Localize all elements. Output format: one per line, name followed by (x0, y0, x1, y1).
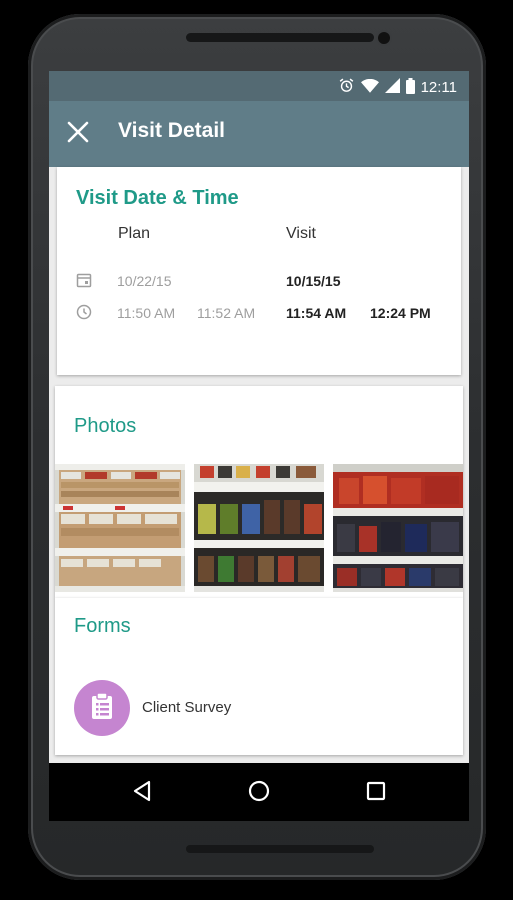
battery-icon (405, 77, 415, 98)
form-list-item[interactable]: Client Survey (74, 680, 434, 736)
visit-section-title: Visit Date & Time (76, 187, 239, 209)
top-speaker (186, 33, 374, 42)
close-button[interactable] (61, 117, 95, 151)
wifi-icon (360, 78, 379, 97)
visit-column-header: Visit (286, 225, 316, 242)
front-camera (378, 32, 390, 44)
app-bar: Visit Detail (49, 101, 469, 167)
calendar-icon (76, 272, 92, 293)
screen: 12:11 Visit Detail Visit Date & Time Pla… (49, 71, 469, 821)
bottom-speaker (186, 845, 374, 853)
plan-end-time: 11:52 AM (197, 305, 256, 321)
visit-date-card: Visit Date & Time Plan Visit 10/22/15 10… (57, 167, 461, 375)
recents-button[interactable] (358, 775, 394, 811)
photo-thumbnail-1[interactable] (55, 464, 185, 592)
plan-start-time: 11:50 AM (117, 305, 176, 321)
signal-icon (384, 78, 400, 97)
status-time: 12:11 (420, 79, 457, 96)
photo-strip (55, 464, 463, 592)
back-button[interactable] (124, 775, 160, 811)
form-icon-avatar (74, 680, 130, 736)
home-icon (248, 780, 270, 807)
plan-date: 10/22/15 (117, 273, 172, 289)
visit-start-time: 11:54 AM (286, 305, 347, 321)
visit-end-time: 12:24 PM (370, 305, 431, 321)
form-item-label: Client Survey (142, 699, 232, 716)
close-icon (67, 121, 89, 148)
forms-section-title: Forms (74, 615, 131, 637)
photos-card: Photos (55, 386, 463, 598)
recents-icon (366, 781, 386, 806)
photos-section-title: Photos (74, 415, 137, 437)
navigation-bar (49, 763, 469, 821)
visit-date: 10/15/15 (286, 273, 341, 289)
home-button[interactable] (241, 775, 277, 811)
photo-thumbnail-2[interactable] (194, 464, 324, 592)
clock-icon (76, 304, 92, 325)
clipboard-icon (90, 691, 114, 725)
photo-thumbnail-3[interactable] (333, 464, 463, 592)
status-bar: 12:11 (49, 71, 469, 101)
back-icon (132, 780, 152, 807)
page-title: Visit Detail (118, 119, 225, 142)
alarm-icon (338, 77, 355, 98)
plan-column-header: Plan (118, 225, 151, 242)
forms-card: Forms Client Survey (55, 598, 463, 755)
